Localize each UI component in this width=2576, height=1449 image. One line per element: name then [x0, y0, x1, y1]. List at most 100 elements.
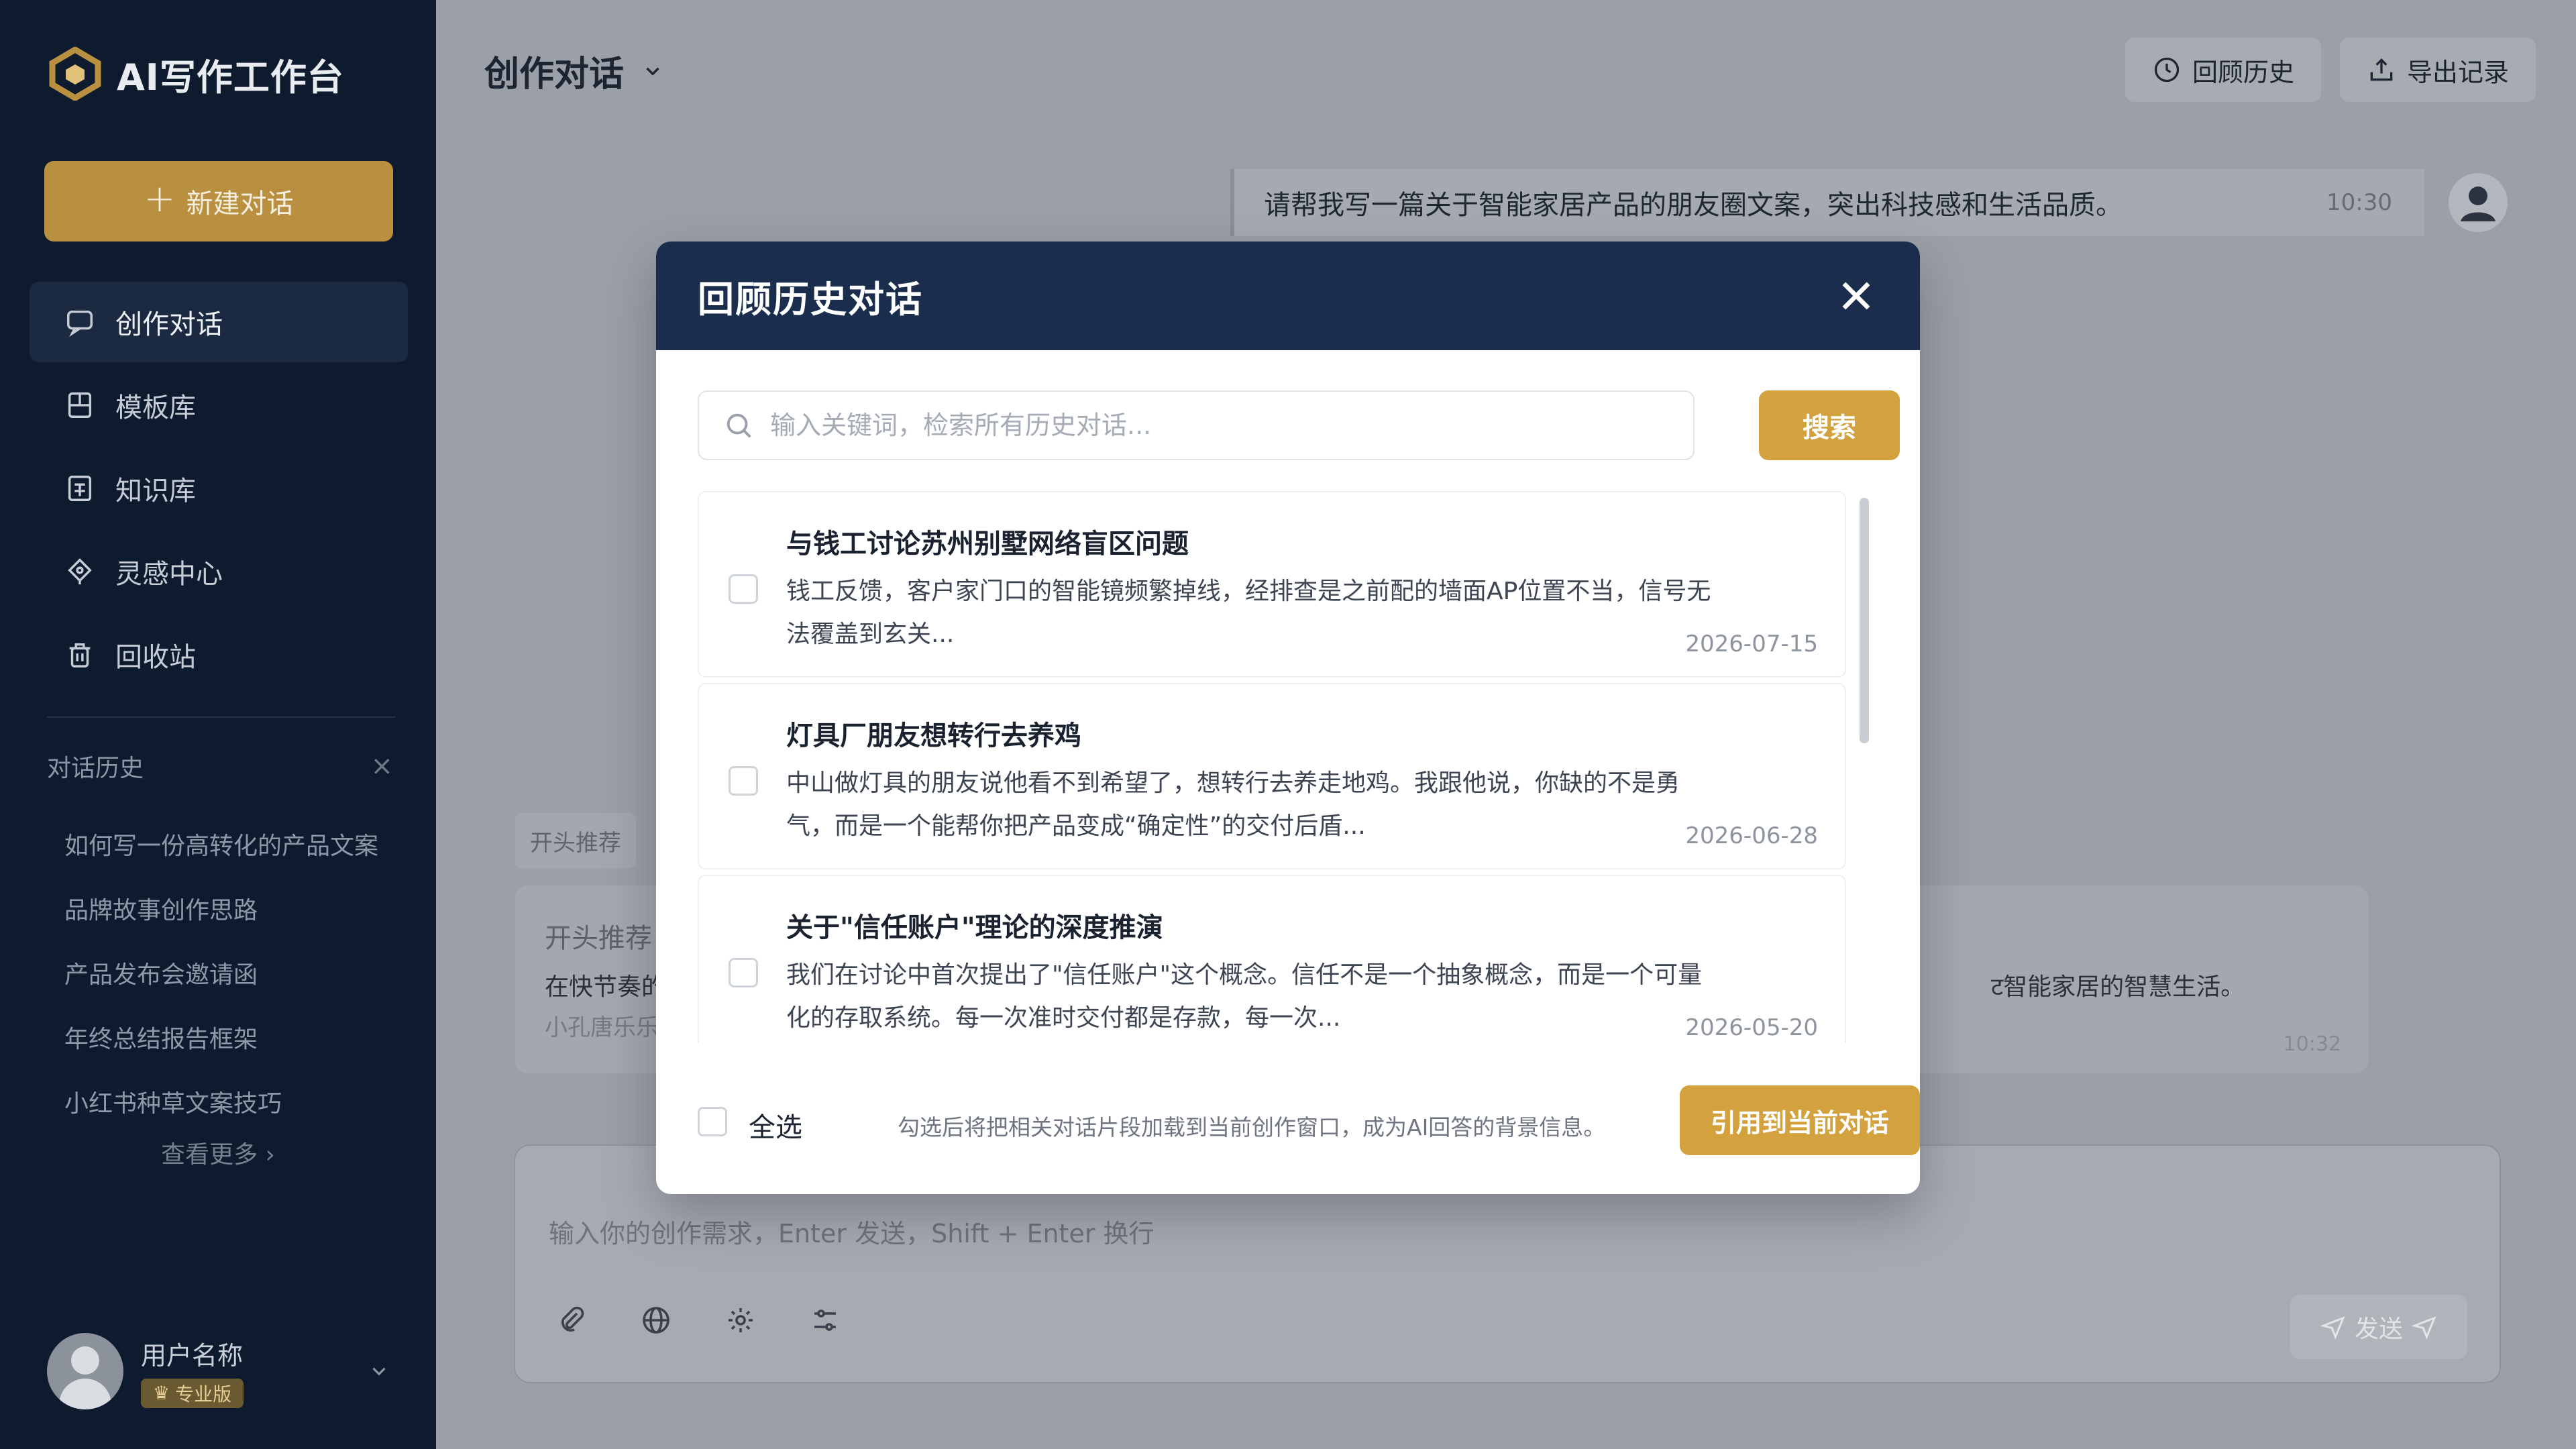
lightbulb-icon	[68, 558, 92, 585]
logo-icon	[49, 47, 101, 101]
history-item[interactable]: 品牌故事创作思路	[64, 876, 407, 941]
trash-icon	[69, 643, 91, 667]
select-all-label[interactable]: 全选	[749, 1106, 802, 1144]
ai-reply-line: ट智能家居的智慧生活。	[1991, 973, 2245, 1001]
history-item[interactable]: 年终总结报告框架	[64, 1005, 407, 1069]
close-icon[interactable]	[1835, 275, 1877, 317]
ai-reply-line: 小孔唐乐乐	[545, 1014, 659, 1041]
sidebar-item-chat[interactable]: 创作对话	[30, 282, 408, 362]
sidebar-item-inspiration[interactable]: 灵感中心	[30, 531, 408, 612]
sidebar-item-label: 回收站	[115, 642, 196, 673]
history-button-label: 回顾历史	[2192, 57, 2295, 87]
sidebar-nav: 创作对话 模板库 知识库 灵感中心 回收站	[30, 282, 408, 698]
message-time: 10:32	[2283, 1032, 2341, 1056]
search-button[interactable]: 搜索	[1759, 390, 1900, 460]
scrollbar-thumb[interactable]	[1860, 498, 1869, 743]
knowledge-icon	[68, 476, 92, 501]
user-profile[interactable]: 用户名称 ♛ 专业版	[47, 1331, 396, 1411]
close-icon[interactable]: ×	[370, 751, 393, 782]
user-message: 请帮我写一篇关于智能家居产品的朋友圈文案，突出科技感和生活品质。 10:30	[1230, 169, 2424, 236]
template-icon	[68, 392, 92, 418]
chat-icon	[67, 310, 93, 337]
history-modal: 回顾历史对话 搜索 与钱工讨论苏州别墅网络盲区问题 钱工反馈，客户家门口的智能镜…	[656, 241, 1920, 1194]
send-button[interactable]: 发送	[2290, 1295, 2467, 1359]
item-date: 2026-05-20	[1685, 1014, 1818, 1041]
app-name: AI写作工作台	[117, 56, 344, 99]
user-icon	[2449, 173, 2508, 232]
user-info: 用户名称 ♛ 专业版	[141, 1335, 244, 1408]
sidebar-item-knowledge[interactable]: 知识库	[30, 448, 408, 529]
new-chat-button[interactable]: + 新建对话	[44, 161, 393, 241]
item-desc: 我们在讨论中首次提出了"信任账户"这个概念。信任不是一个抽象概念，而是一个可量化…	[786, 961, 1703, 1032]
list-item[interactable]: 关于"信任账户"理论的深度推演 我们在讨论中首次提出了"信任账户"这个概念。信任…	[698, 875, 1846, 1042]
list-item[interactable]: 灯具厂朋友想转行去养鸡 中山做灯具的朋友说他看不到希望了，想转行去养走地鸡。我跟…	[698, 683, 1846, 869]
item-desc: 中山做灯具的朋友说他看不到希望了，想转行去养走地鸡。我跟他说，你缺的不是勇气，而…	[786, 769, 1680, 840]
app-logo[interactable]: AI写作工作台	[48, 47, 344, 101]
user-name: 用户名称	[141, 1340, 244, 1371]
plan-badge: ♛ 专业版	[141, 1378, 244, 1408]
send-icon	[2320, 1316, 2345, 1340]
sidebar-item-label: 模板库	[115, 392, 196, 423]
sidebar-item-templates[interactable]: 模板库	[30, 365, 408, 445]
send-label: 发送	[2354, 1316, 2403, 1343]
ai-reply-line: 在快节奏的	[545, 973, 666, 1001]
chevron-down-icon	[646, 67, 659, 76]
history-button[interactable]: 回顾历史	[2125, 38, 2322, 102]
footer-hint: 勾选后将把相关对话片段加载到当前创作窗口，成为AI回答的背景信息。	[898, 1114, 1606, 1140]
item-checkbox[interactable]	[729, 766, 758, 796]
plus-icon: +	[144, 177, 176, 221]
history-item[interactable]: 产品发布会邀请函	[64, 941, 407, 1005]
modal-header: 回顾历史对话	[656, 241, 1920, 350]
search-input[interactable]	[770, 411, 1682, 440]
composer-tools	[555, 1304, 841, 1336]
sidebar-item-label: 创作对话	[115, 309, 223, 340]
ai-reply-tag: 开头推荐	[515, 813, 636, 868]
ai-reply-heading: 开头推荐	[545, 923, 652, 954]
item-checkbox[interactable]	[729, 958, 758, 987]
search-icon	[727, 413, 751, 438]
user-avatar	[2449, 173, 2508, 232]
item-date: 2026-06-28	[1685, 822, 1818, 849]
message-time: 10:30	[2326, 189, 2392, 216]
cite-button[interactable]: 引用到当前对话	[1680, 1085, 1920, 1155]
sidebar-divider	[47, 716, 396, 718]
item-desc: 钱工反馈，客户家门口的智能镜频繁掉线，经排查是之前配的墙面AP位置不当，信号无法…	[786, 578, 1711, 648]
item-title: 灯具厂朋友想转行去养鸡	[786, 720, 1081, 751]
crown-icon: ♛	[153, 1382, 170, 1404]
settings-sliders-icon[interactable]	[809, 1304, 841, 1336]
history-list: 如何写一份高转化的产品文案 品牌故事创作思路 产品发布会邀请函 年终总结报告框架…	[64, 812, 407, 1134]
select-all-checkbox[interactable]	[698, 1107, 727, 1136]
history-header: 对话历史 ×	[47, 749, 393, 784]
new-chat-label: 新建对话	[186, 189, 294, 219]
list-item[interactable]: 与钱工讨论苏州别墅网络盲区问题 钱工反馈，客户家门口的智能镜频繁掉线，经排查是之…	[698, 491, 1846, 678]
item-title: 关于"信任账户"理论的深度推演	[786, 912, 1163, 943]
see-more-link[interactable]: 查看更多 ›	[0, 1135, 436, 1170]
sidebar-item-label: 灵感中心	[115, 559, 223, 590]
attachment-icon[interactable]	[555, 1304, 588, 1336]
chevron-down-icon[interactable]	[368, 1360, 390, 1383]
modal-footer: 全选 勾选后将把相关对话片段加载到当前创作窗口，成为AI回答的背景信息。 引用到…	[698, 1085, 1920, 1155]
sidebar-item-label: 知识库	[115, 476, 196, 506]
avatar	[47, 1333, 123, 1409]
export-icon	[2370, 58, 2393, 81]
item-checkbox[interactable]	[729, 574, 758, 604]
plan-label: 专业版	[175, 1383, 232, 1405]
item-date: 2026-07-15	[1685, 631, 1818, 657]
history-title: 对话历史	[47, 755, 144, 782]
history-item[interactable]: 如何写一份高转化的产品文案	[64, 812, 407, 876]
clock-icon	[2154, 57, 2180, 83]
page-title[interactable]: 创作对话	[484, 46, 664, 96]
sidebar-item-trash[interactable]: 回收站	[30, 614, 408, 695]
history-item[interactable]: 小红书种草文案技巧	[64, 1069, 407, 1134]
modal-search: 搜索	[698, 390, 1900, 462]
sidebar: AI写作工作台 + 新建对话 创作对话 模板库 知识库 灵感中心 回收站 对话历…	[0, 0, 436, 1449]
modal-title: 回顾历史对话	[698, 278, 923, 321]
page-title-text: 创作对话	[484, 54, 625, 95]
globe-icon[interactable]	[640, 1304, 672, 1336]
send-icon	[2411, 1316, 2436, 1340]
export-button[interactable]: 导出记录	[2340, 38, 2536, 102]
search-field[interactable]	[698, 390, 1695, 460]
history-result-list[interactable]: 与钱工讨论苏州别墅网络盲区问题 钱工反馈，客户家门口的智能镜频繁掉线，经排查是之…	[698, 491, 1872, 1042]
item-title: 与钱工讨论苏州别墅网络盲区问题	[786, 529, 1189, 559]
sparkle-icon[interactable]	[724, 1304, 757, 1336]
